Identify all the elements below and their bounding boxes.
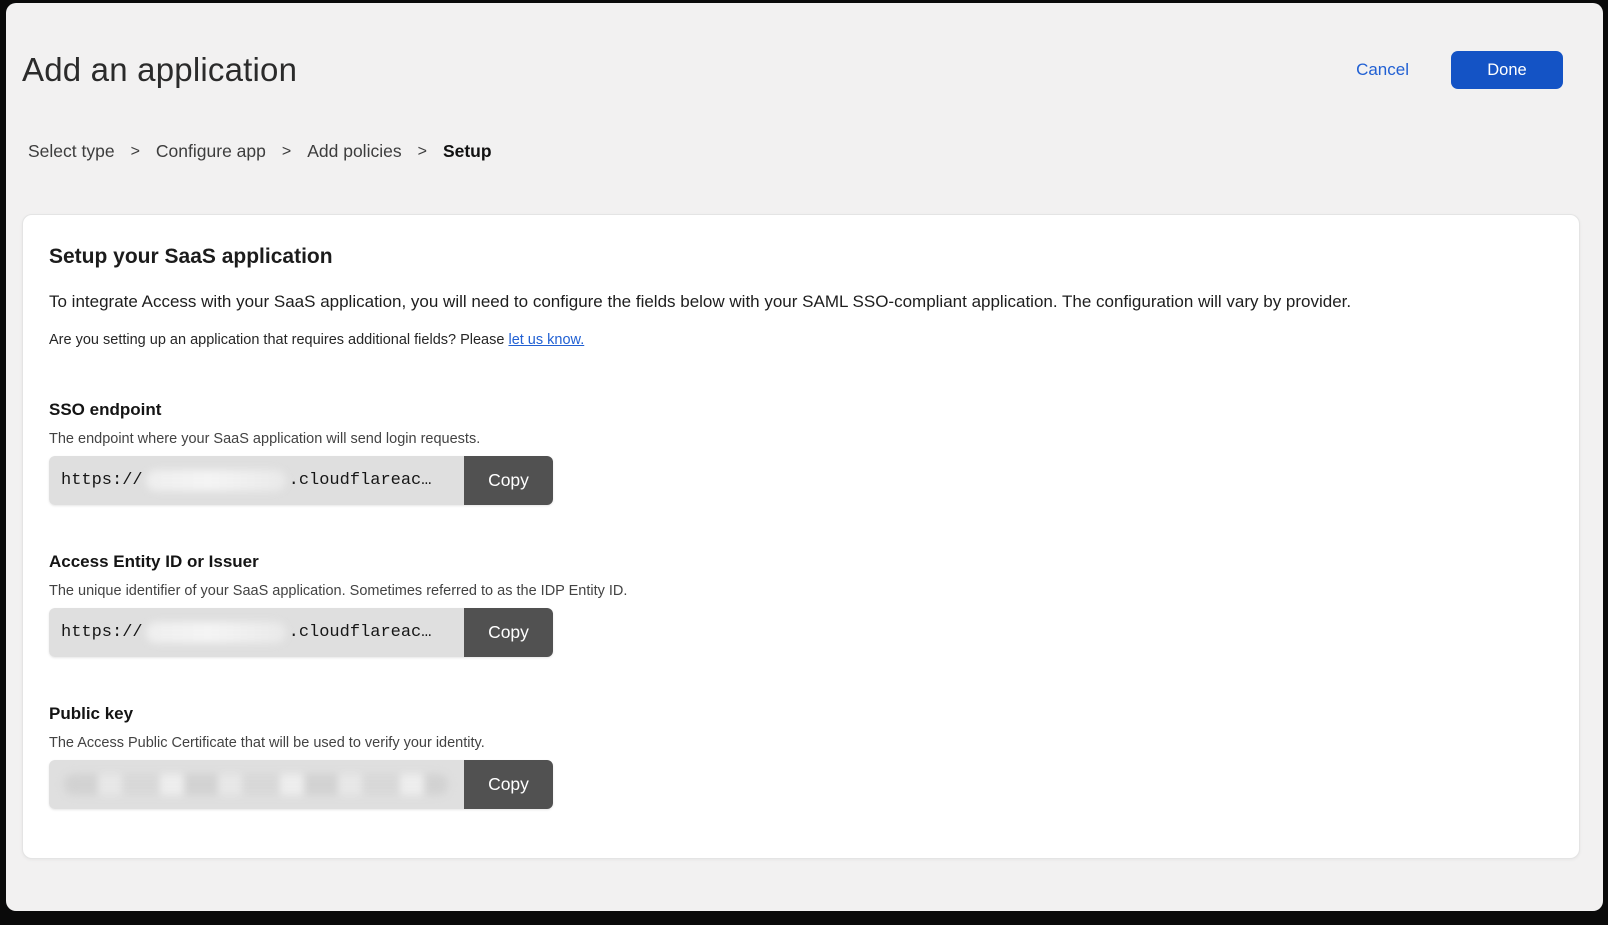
- breadcrumb-separator: >: [418, 143, 427, 161]
- field-label: Public key: [49, 704, 1551, 724]
- breadcrumb-item-configure-app[interactable]: Configure app: [156, 141, 266, 162]
- page-header: Add an application Cancel Done: [6, 3, 1603, 89]
- redacted-value: [146, 470, 286, 491]
- value-prefix: https://: [61, 471, 143, 490]
- breadcrumb-separator: >: [131, 143, 140, 161]
- value-suffix: .cloudflareac…: [289, 471, 432, 490]
- copy-button[interactable]: Copy: [464, 608, 553, 657]
- breadcrumb-item-add-policies[interactable]: Add policies: [307, 141, 401, 162]
- note-text: Are you setting up an application that r…: [49, 332, 508, 348]
- breadcrumb-separator: >: [282, 143, 291, 161]
- copy-button[interactable]: Copy: [464, 456, 553, 505]
- header-actions: Cancel Done: [1356, 51, 1563, 89]
- field-description: The unique identifier of your SaaS appli…: [49, 583, 1551, 599]
- app-window: Add an application Cancel Done Select ty…: [6, 3, 1603, 911]
- value-prefix: https://: [61, 623, 143, 642]
- sso-endpoint-value[interactable]: https:// .cloudflareac…: [49, 456, 464, 505]
- field-public-key: Public key The Access Public Certificate…: [49, 704, 1551, 809]
- screenshot-frame: Add an application Cancel Done Select ty…: [0, 0, 1608, 925]
- value-bar: Copy: [49, 760, 553, 809]
- value-bar: https:// .cloudflareac… Copy: [49, 456, 553, 505]
- field-label: SSO endpoint: [49, 400, 1551, 420]
- card-heading: Setup your SaaS application: [49, 245, 1551, 269]
- done-button[interactable]: Done: [1451, 51, 1563, 89]
- additional-fields-note: Are you setting up an application that r…: [49, 332, 1551, 348]
- let-us-know-link[interactable]: let us know.: [508, 332, 584, 348]
- value-bar: https:// .cloudflareac… Copy: [49, 608, 553, 657]
- access-entity-id-value[interactable]: https:// .cloudflareac…: [49, 608, 464, 657]
- public-key-value[interactable]: [49, 760, 464, 809]
- cancel-button[interactable]: Cancel: [1356, 60, 1409, 80]
- field-access-entity-id: Access Entity ID or Issuer The unique id…: [49, 552, 1551, 657]
- page-title: Add an application: [22, 51, 297, 89]
- redacted-value: [64, 774, 448, 795]
- field-description: The endpoint where your SaaS application…: [49, 431, 1551, 447]
- copy-button[interactable]: Copy: [464, 760, 553, 809]
- value-suffix: .cloudflareac…: [289, 623, 432, 642]
- breadcrumb-item-setup: Setup: [443, 141, 492, 162]
- card-intro: To integrate Access with your SaaS appli…: [49, 292, 1551, 312]
- redacted-value: [146, 622, 286, 643]
- breadcrumb-item-select-type[interactable]: Select type: [28, 141, 115, 162]
- field-label: Access Entity ID or Issuer: [49, 552, 1551, 572]
- field-sso-endpoint: SSO endpoint The endpoint where your Saa…: [49, 400, 1551, 505]
- breadcrumb: Select type > Configure app > Add polici…: [28, 141, 1603, 162]
- setup-card: Setup your SaaS application To integrate…: [22, 214, 1580, 859]
- field-description: The Access Public Certificate that will …: [49, 735, 1551, 751]
